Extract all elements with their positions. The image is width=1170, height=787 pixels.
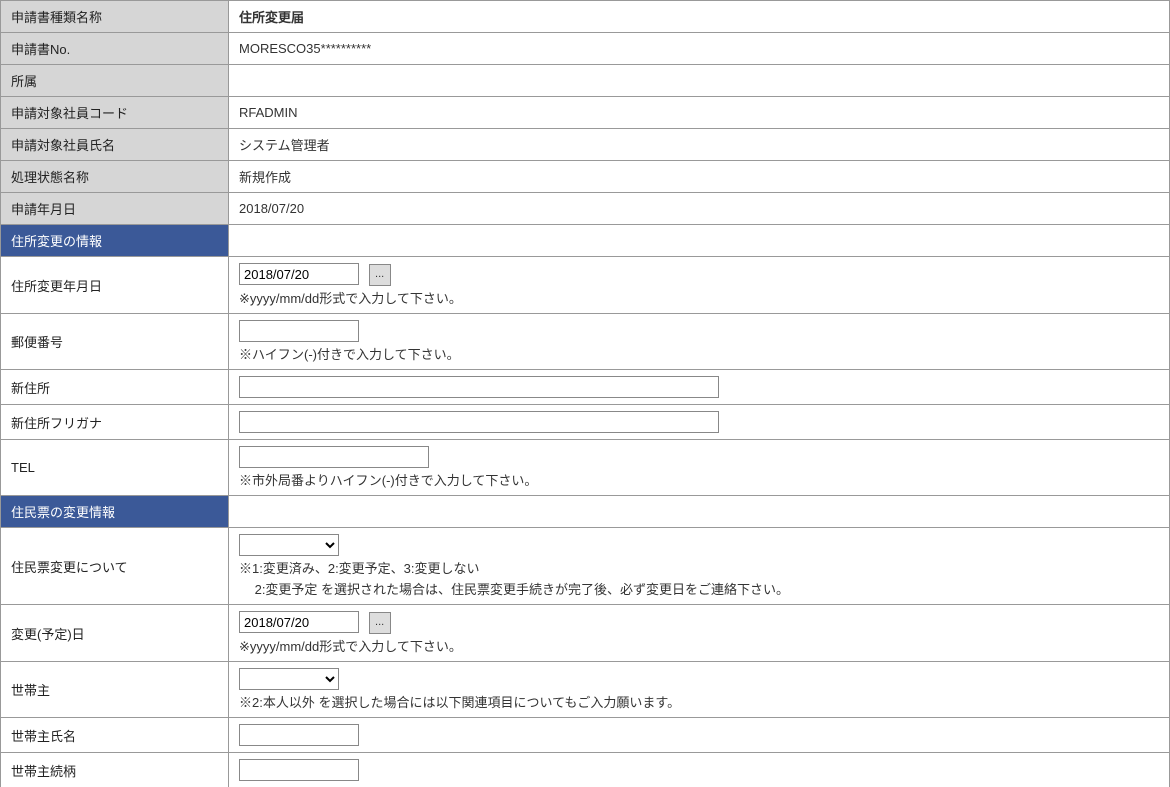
value-status: 新規作成 xyxy=(229,161,1170,193)
date-picker-button-2[interactable]: ... xyxy=(369,612,391,634)
new-address-input[interactable] xyxy=(239,376,719,398)
cell-resident-change: ※1:変更済み、2:変更予定、3:変更しない 2:変更予定 を選択された場合は、… xyxy=(229,528,1170,605)
section-address-change-info: 住所変更の情報 xyxy=(1,225,229,257)
label-new-address-kana: 新住所フリガナ xyxy=(1,405,229,440)
date-picker-button[interactable]: ... xyxy=(369,264,391,286)
note-resident-change-2: 2:変更予定 を選択された場合は、住民票変更手続きが完了後、必ず変更日をご連絡下… xyxy=(239,579,1159,598)
cell-householder-relation xyxy=(229,753,1170,787)
plan-date-input[interactable] xyxy=(239,611,359,633)
householder-relation-input[interactable] xyxy=(239,759,359,781)
label-tel: TEL xyxy=(1,440,229,496)
householder-name-input[interactable] xyxy=(239,724,359,746)
label-householder-relation: 世帯主続柄 xyxy=(1,753,229,787)
label-doc-type: 申請書種類名称 xyxy=(1,1,229,33)
label-householder-name: 世帯主氏名 xyxy=(1,718,229,753)
postal-input[interactable] xyxy=(239,320,359,342)
label-plan-date: 変更(予定)日 xyxy=(1,605,229,662)
change-date-input[interactable] xyxy=(239,263,359,285)
note-tel-hyphen: ※市外局番よりハイフン(-)付きで入力して下さい。 xyxy=(239,470,1159,489)
value-affiliation xyxy=(229,65,1170,97)
section-empty-2 xyxy=(229,496,1170,528)
label-affiliation: 所属 xyxy=(1,65,229,97)
label-status: 処理状態名称 xyxy=(1,161,229,193)
section-empty xyxy=(229,225,1170,257)
cell-new-address xyxy=(229,370,1170,405)
label-apply-date: 申請年月日 xyxy=(1,193,229,225)
cell-tel: ※市外局番よりハイフン(-)付きで入力して下さい。 xyxy=(229,440,1170,496)
value-emp-code: RFADMIN xyxy=(229,97,1170,129)
note-postal-hyphen: ※ハイフン(-)付きで入力して下さい。 xyxy=(239,344,1159,363)
value-doc-type: 住所変更届 xyxy=(229,1,1170,33)
value-emp-name: システム管理者 xyxy=(229,129,1170,161)
label-householder: 世帯主 xyxy=(1,662,229,718)
cell-householder: ※2:本人以外 を選択した場合には以下関連項目についてもご入力願います。 xyxy=(229,662,1170,718)
label-doc-no: 申請書No. xyxy=(1,33,229,65)
section-resident-change-info: 住民票の変更情報 xyxy=(1,496,229,528)
label-postal: 郵便番号 xyxy=(1,314,229,370)
label-resident-change: 住民票変更について xyxy=(1,528,229,605)
new-address-kana-input[interactable] xyxy=(239,411,719,433)
value-doc-no: MORESCO35********** xyxy=(229,33,1170,65)
cell-postal: ※ハイフン(-)付きで入力して下さい。 xyxy=(229,314,1170,370)
note-resident-change-1: ※1:変更済み、2:変更予定、3:変更しない xyxy=(239,558,1159,577)
value-apply-date: 2018/07/20 xyxy=(229,193,1170,225)
cell-change-date: ... ※yyyy/mm/dd形式で入力して下さい。 xyxy=(229,257,1170,314)
label-change-date: 住所変更年月日 xyxy=(1,257,229,314)
cell-new-address-kana xyxy=(229,405,1170,440)
label-emp-name: 申請対象社員氏名 xyxy=(1,129,229,161)
note-householder: ※2:本人以外 を選択した場合には以下関連項目についてもご入力願います。 xyxy=(239,692,1159,711)
note-date-format: ※yyyy/mm/dd形式で入力して下さい。 xyxy=(239,288,1159,307)
householder-select[interactable] xyxy=(239,668,339,690)
label-emp-code: 申請対象社員コード xyxy=(1,97,229,129)
tel-input[interactable] xyxy=(239,446,429,468)
resident-change-select[interactable] xyxy=(239,534,339,556)
cell-householder-name xyxy=(229,718,1170,753)
note-plan-date-format: ※yyyy/mm/dd形式で入力して下さい。 xyxy=(239,636,1159,655)
application-form-table: 申請書種類名称 住所変更届 申請書No. MORESCO35**********… xyxy=(0,0,1170,787)
label-new-address: 新住所 xyxy=(1,370,229,405)
cell-plan-date: ... ※yyyy/mm/dd形式で入力して下さい。 xyxy=(229,605,1170,662)
